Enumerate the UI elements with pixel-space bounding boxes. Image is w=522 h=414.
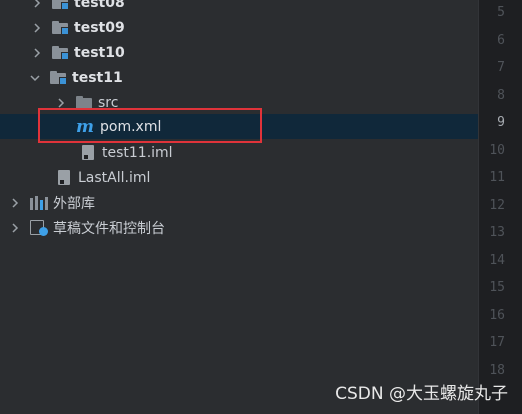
module-folder-icon: [52, 46, 69, 60]
line-number-active: 9: [497, 115, 505, 130]
scratch-console-icon: [30, 219, 48, 236]
tree-item-test11-iml[interactable]: test11.iml: [0, 140, 478, 165]
iml-file-icon: [58, 170, 70, 185]
module-folder-icon: [50, 71, 67, 85]
chevron-right-icon[interactable]: [32, 0, 42, 8]
chevron-right-icon[interactable]: [32, 47, 42, 58]
line-number: 5: [497, 5, 505, 20]
tree-item-test08[interactable]: test08: [0, 0, 478, 15]
line-number: 8: [497, 88, 505, 103]
csdn-watermark: CSDN @大玉螺旋丸子: [335, 384, 508, 404]
line-number: 10: [489, 143, 505, 158]
editor-line-gutter: 5 6 7 8 9 10 11 12 13 14 15 16 17 18: [478, 0, 522, 414]
chevron-right-icon[interactable]: [10, 222, 20, 233]
tree-item-label: 草稿文件和控制台: [53, 220, 165, 237]
line-number: 7: [497, 60, 505, 75]
tree-item-test09[interactable]: test09: [0, 15, 478, 40]
line-number: 18: [489, 363, 505, 378]
module-folder-icon: [52, 0, 69, 10]
tree-item-external-libraries[interactable]: 外部库: [0, 190, 478, 215]
chevron-right-icon[interactable]: [32, 22, 42, 33]
line-number: 16: [489, 308, 505, 323]
tree-item-label: test11: [72, 69, 123, 86]
line-number: 12: [489, 198, 505, 213]
tree-item-label: test09: [74, 19, 125, 36]
tree-item-label: 外部库: [53, 195, 95, 212]
chevron-right-icon[interactable]: [56, 97, 66, 108]
tree-item-label: test10: [74, 44, 125, 61]
tree-item-scratches[interactable]: 草稿文件和控制台: [0, 215, 478, 240]
project-tree-panel: test08 test09 test10 test11 src m pom.xm…: [0, 0, 478, 414]
tree-item-test11[interactable]: test11: [0, 65, 478, 90]
line-number: 15: [489, 280, 505, 295]
tree-item-label: test08: [74, 0, 125, 11]
line-number: 6: [497, 33, 505, 48]
line-number: 17: [489, 335, 505, 350]
module-folder-icon: [52, 21, 69, 35]
line-number: 14: [489, 253, 505, 268]
line-number: 11: [489, 170, 505, 185]
chevron-down-icon[interactable]: [30, 73, 40, 83]
line-number: 13: [489, 225, 505, 240]
library-icon: [30, 195, 48, 210]
tree-item-lastall-iml[interactable]: LastAll.iml: [0, 165, 478, 190]
tree-item-label: LastAll.iml: [78, 169, 151, 186]
chevron-right-icon[interactable]: [10, 197, 20, 208]
tree-item-label: test11.iml: [102, 144, 173, 161]
iml-file-icon: [82, 145, 94, 160]
annotation-highlight-box: [38, 108, 262, 143]
tree-item-test10[interactable]: test10: [0, 40, 478, 65]
